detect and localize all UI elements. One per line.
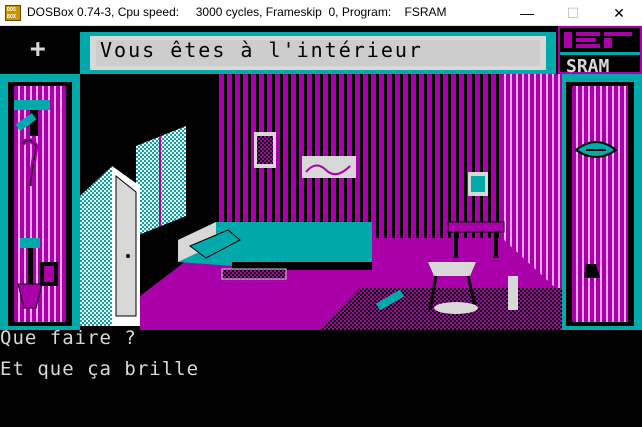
maximize-button[interactable]: ☐ [550,0,596,26]
logo-text: SRAM [566,56,610,77]
close-button[interactable]: ✕ [596,0,642,26]
dosbox-app-icon[interactable]: DOS BOX [5,5,21,21]
plus-button[interactable]: + [30,36,46,62]
command-prompt: Que faire ? [0,327,137,349]
game-screen: SRAM + Vous êtes à l'intérieur Que faire… [0,26,642,427]
bag-icon[interactable] [40,262,58,286]
minimize-button[interactable]: — [504,0,550,26]
window-title: DOSBox 0.74-3, Cpu speed: 3000 cycles, F… [27,5,447,19]
right-tool-panel [562,74,642,330]
fsram-logo: SRAM [558,26,642,77]
window-titlebar: DOS BOX DOSBox 0.74-3, Cpu speed: 3000 c… [0,0,642,26]
location-banner: Vous êtes à l'intérieur [100,38,423,62]
room-scene [80,74,562,330]
command-response: Et que ça brille [0,358,200,380]
